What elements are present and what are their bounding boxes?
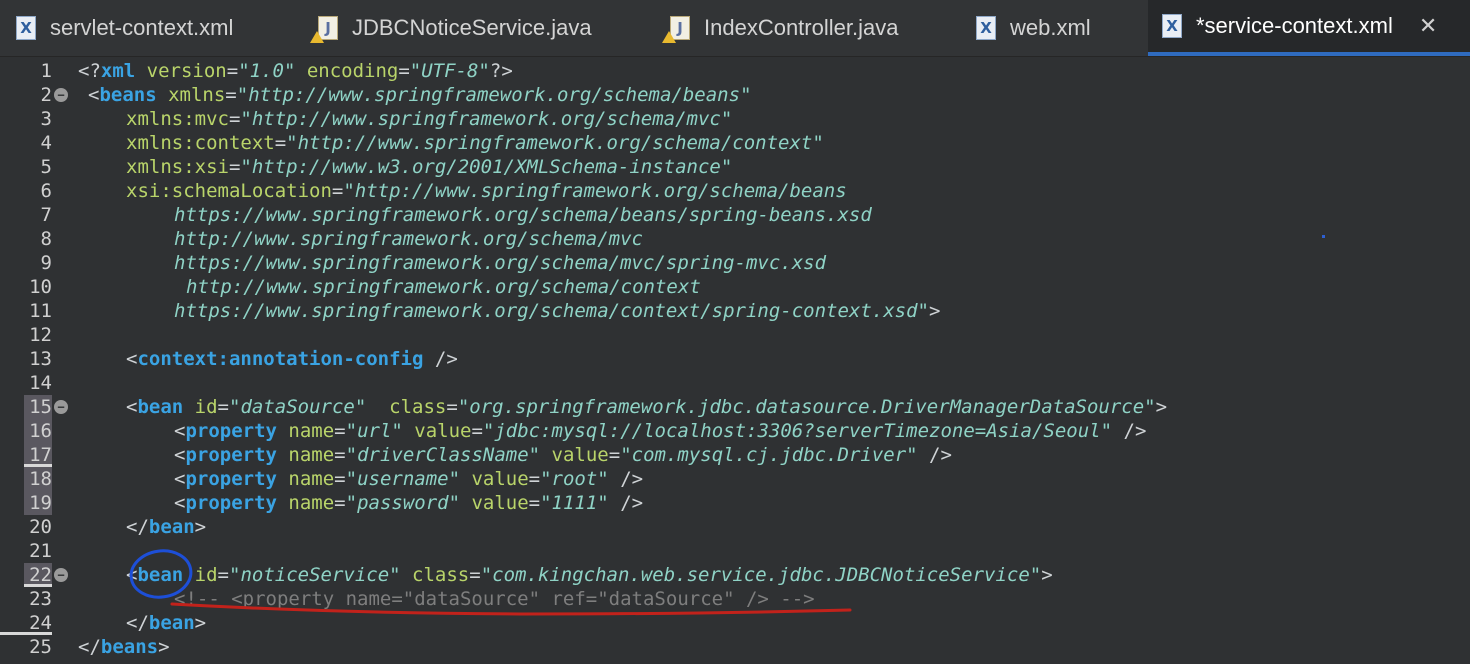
code-line-18: <property name="username" value="root" /… bbox=[174, 468, 644, 490]
code-editor[interactable]: 1 2 − 3 4 5 6 7 8 9 10 11 12 13 14 15 − … bbox=[0, 57, 1470, 664]
line-number: 16 bbox=[24, 419, 52, 443]
line-number: 8 bbox=[40, 228, 52, 250]
line-number: 15 bbox=[24, 395, 52, 419]
code-line-16: <property name="url" value="jdbc:mysql:/… bbox=[174, 420, 1147, 442]
java-file-warning-icon: J bbox=[310, 16, 338, 43]
xml-file-icon: X bbox=[16, 16, 36, 40]
line-number: 22 bbox=[24, 563, 52, 587]
xml-file-icon: X bbox=[976, 16, 996, 40]
line-number: 23 bbox=[29, 588, 52, 610]
tab-jdbcnoticeservice-java[interactable]: J JDBCNoticeService.java bbox=[310, 0, 592, 56]
code-line-5: xmlns:xsi="http://www.w3.org/2001/XMLSch… bbox=[126, 156, 733, 178]
close-icon[interactable]: ✕ bbox=[1419, 14, 1437, 39]
overview-ruler-marker bbox=[1322, 235, 1325, 238]
code-line-19: <property name="password" value="1111" /… bbox=[174, 492, 644, 514]
line-number: 18 bbox=[24, 467, 52, 491]
tab-label: web.xml bbox=[1010, 15, 1091, 40]
code-line-25: </beans> bbox=[78, 636, 170, 658]
code-line-1: <?xml version="1.0" encoding="UTF-8"?> bbox=[78, 60, 513, 82]
line-number: 21 bbox=[29, 540, 52, 562]
line-number: 5 bbox=[40, 156, 52, 178]
line-number: 20 bbox=[29, 516, 52, 538]
line-number: 6 bbox=[40, 180, 52, 202]
line-number: 4 bbox=[40, 132, 52, 154]
code-line-8: http://www.springframework.org/schema/mv… bbox=[174, 228, 643, 250]
code-line-7: https://www.springframework.org/schema/b… bbox=[174, 204, 872, 226]
code-line-17: <property name="driverClassName" value="… bbox=[174, 444, 952, 466]
line-number: 2 bbox=[40, 84, 52, 106]
code-line-22: <bean id="noticeService" class="com.king… bbox=[126, 564, 1053, 586]
line-number: 3 bbox=[40, 108, 52, 130]
code-line-9: https://www.springframework.org/schema/m… bbox=[174, 252, 827, 274]
fold-collapse-icon[interactable]: − bbox=[54, 568, 68, 582]
line-number: 25 bbox=[29, 636, 52, 658]
line-number: 7 bbox=[40, 204, 52, 226]
line-number: 24 bbox=[0, 611, 52, 635]
line-number: 11 bbox=[29, 300, 52, 322]
code-line-3: xmlns:mvc="http://www.springframework.or… bbox=[126, 108, 733, 130]
xml-file-icon: X bbox=[1162, 14, 1182, 38]
line-number: 12 bbox=[29, 324, 52, 346]
line-number: 9 bbox=[40, 252, 52, 274]
tab-label: servlet-context.xml bbox=[50, 15, 234, 40]
line-number: 13 bbox=[29, 348, 52, 370]
tab-servlet-context-xml[interactable]: X servlet-context.xml bbox=[16, 0, 233, 56]
fold-collapse-icon[interactable]: − bbox=[54, 88, 68, 102]
tab-label: JDBCNoticeService.java bbox=[352, 15, 592, 40]
fold-collapse-icon[interactable]: − bbox=[54, 400, 68, 414]
line-number: 10 bbox=[29, 276, 52, 298]
tab-label: *service-context.xml bbox=[1196, 13, 1393, 38]
java-file-warning-icon: J bbox=[662, 16, 690, 43]
code-line-6: xsi:schemaLocation="http://www.springfra… bbox=[126, 180, 847, 202]
code-line-13: <context:annotation-config /> bbox=[126, 348, 458, 370]
line-number: 19 bbox=[24, 491, 52, 515]
editor-tab-bar: X servlet-context.xml J JDBCNoticeServic… bbox=[0, 0, 1470, 57]
code-area[interactable]: <?xml version="1.0" encoding="UTF-8"?> <… bbox=[78, 57, 1470, 664]
tab-web-xml[interactable]: X web.xml bbox=[976, 0, 1091, 56]
code-line-24: </bean> bbox=[126, 612, 207, 634]
line-number: 14 bbox=[29, 372, 52, 394]
code-line-20: </bean> bbox=[126, 516, 207, 538]
code-line-23: <!-- <property name="dataSource" ref="da… bbox=[174, 588, 815, 610]
code-line-4: xmlns:context="http://www.springframewor… bbox=[126, 132, 824, 154]
tab-indexcontroller-java[interactable]: J IndexController.java bbox=[662, 0, 899, 56]
code-line-11: https://www.springframework.org/schema/c… bbox=[174, 300, 941, 322]
code-line-10: http://www.springframework.org/schema/co… bbox=[186, 276, 701, 298]
line-number: 17 bbox=[24, 443, 52, 467]
line-number: 1 bbox=[40, 60, 52, 82]
code-line-15: <bean id="dataSource" class="org.springf… bbox=[126, 396, 1168, 418]
line-number-gutter: 1 2 − 3 4 5 6 7 8 9 10 11 12 13 14 15 − … bbox=[0, 57, 72, 664]
code-line-2: <beans xmlns="http://www.springframework… bbox=[88, 84, 752, 106]
tab-service-context-xml[interactable]: X *service-context.xml ✕ bbox=[1148, 0, 1470, 56]
tab-label: IndexController.java bbox=[704, 15, 899, 40]
